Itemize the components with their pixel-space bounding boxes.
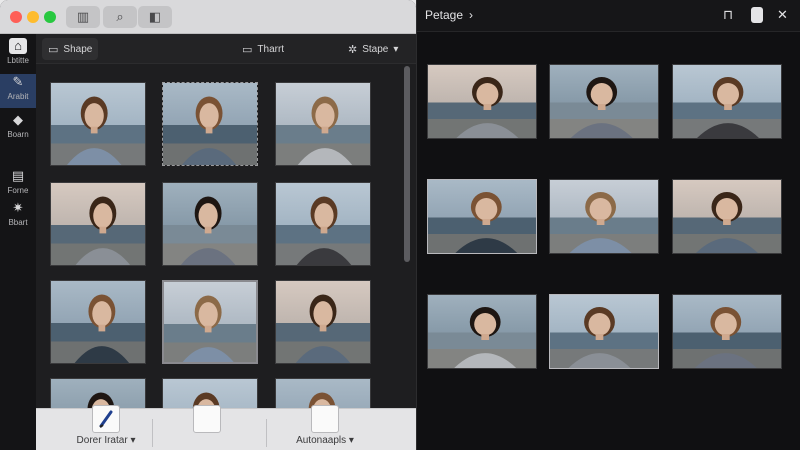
grid-scrollbar[interactable] [404, 66, 410, 262]
preview-photo[interactable] [549, 179, 659, 254]
bookmark-icon[interactable]: ⊓ [723, 7, 733, 23]
edit-icon: ✎ [12, 74, 24, 89]
dock-item-autonaapls[interactable]: Autonaapls ▾ [292, 405, 358, 450]
sidebar-item-library[interactable]: ⌂ Lbtitte [0, 38, 36, 72]
bottom-dock: Dorer Iratar ▾ Autonaapls ▾ [36, 405, 416, 450]
preview-title: Petage [425, 8, 464, 22]
stape-label: Stape [362, 43, 389, 55]
chevron-right-icon: › [469, 8, 474, 22]
sidebar-item-label: Forne [7, 186, 29, 195]
photo-thumbnail[interactable] [275, 82, 371, 166]
trait-tool-button[interactable]: ▭ Tharrt [236, 38, 290, 60]
sidebar-item-boarn[interactable]: ◆ Boarn [0, 112, 36, 146]
zoom-window-button[interactable] [44, 11, 56, 23]
preview-photo[interactable] [672, 64, 782, 139]
gear-icon: ✲ [348, 43, 358, 56]
preview-photo[interactable] [549, 294, 659, 369]
sidebar-item-label: Boarn [7, 130, 29, 139]
share-button[interactable]: ◧ [138, 6, 172, 28]
gear-icon: ✷ [12, 200, 24, 215]
photo-thumbnail[interactable] [162, 182, 258, 266]
preview-photo[interactable] [427, 294, 537, 369]
library-icon: ▥ [76, 9, 90, 24]
preview-photo[interactable] [549, 64, 659, 139]
preview-breadcrumb[interactable]: Petage › [425, 8, 473, 22]
photo-thumbnail[interactable] [162, 82, 258, 166]
blank-page-icon [193, 405, 221, 433]
desktop: ▥ ⌕ ◧ ⌂ Lbtitte ✎ Arabit ◆ Boarn ▤ Forne… [0, 0, 800, 450]
preview-photo[interactable] [427, 64, 537, 139]
dock-divider [152, 419, 153, 447]
dock-item-order-iratar[interactable]: Dorer Iratar ▾ [74, 405, 138, 450]
preview-photo-grid [427, 62, 797, 450]
photo-grid [36, 64, 402, 410]
sidebar-item-label: Bbart [8, 218, 28, 227]
shape-label: Shape [63, 43, 93, 55]
sidebar-item-forne[interactable]: ▤ Forne [0, 168, 36, 202]
pen-icon [92, 405, 120, 433]
window-titlebar: ▥ ⌕ ◧ [0, 0, 416, 34]
dock-item-blank[interactable] [190, 405, 224, 450]
preview-photo[interactable] [427, 179, 537, 254]
document-icon[interactable] [751, 7, 763, 23]
frame-icon: ▭ [242, 43, 253, 56]
search-button[interactable]: ⌕ [103, 6, 137, 28]
dock-divider [266, 419, 267, 447]
shape-tool-button[interactable]: ▭ Shape [42, 38, 99, 60]
blank-page-icon [311, 405, 339, 433]
chevron-down-icon: ▾ [393, 43, 399, 55]
preview-header: Petage › ⊓ ✕ [417, 0, 800, 32]
stape-dropdown[interactable]: ✲ Stape ▾ [342, 38, 404, 60]
toolbar: ▭ Shape ▭ Tharrt ✲ Stape ▾ [36, 34, 416, 64]
layers-icon: ▤ [11, 168, 25, 183]
sidebar-item-bbart[interactable]: ✷ Bbart [0, 200, 36, 234]
sidebar-item-label: Arabit [7, 92, 29, 101]
sidebar: ⌂ Lbtitte ✎ Arabit ◆ Boarn ▤ Forne ✷ Bba… [0, 34, 36, 450]
library-button[interactable]: ▥ [66, 6, 100, 28]
preview-photo[interactable] [672, 179, 782, 254]
photo-thumbnail[interactable] [275, 280, 371, 364]
brush-icon: ◆ [13, 112, 23, 127]
trait-label: Tharrt [257, 43, 285, 55]
photo-thumbnail[interactable] [162, 280, 258, 364]
close-icon[interactable]: ✕ [777, 7, 788, 23]
photo-thumbnail[interactable] [50, 182, 146, 266]
minimize-window-button[interactable] [27, 11, 39, 23]
share-icon: ◧ [148, 9, 162, 24]
dock-item-label: Autonaapls [296, 435, 347, 446]
photo-thumbnail[interactable] [50, 82, 146, 166]
dock-item-label: Dorer Iratar [76, 435, 128, 446]
preview-photo[interactable] [672, 294, 782, 369]
search-icon: ⌕ [116, 9, 124, 24]
close-window-button[interactable] [10, 11, 22, 23]
photo-library-window: ▥ ⌕ ◧ ⌂ Lbtitte ✎ Arabit ◆ Boarn ▤ Forne… [0, 0, 416, 450]
photo-thumbnail[interactable] [50, 280, 146, 364]
shape-icon: ▭ [48, 43, 59, 56]
preview-window: Petage › ⊓ ✕ [416, 0, 800, 450]
home-icon: ⌂ [9, 38, 27, 54]
chevron-down-icon: ▾ [348, 435, 354, 446]
photo-thumbnail[interactable] [275, 182, 371, 266]
sidebar-item-arabit[interactable]: ✎ Arabit [0, 74, 36, 108]
chevron-down-icon: ▾ [130, 435, 136, 446]
sidebar-item-label: Lbtitte [7, 56, 29, 65]
